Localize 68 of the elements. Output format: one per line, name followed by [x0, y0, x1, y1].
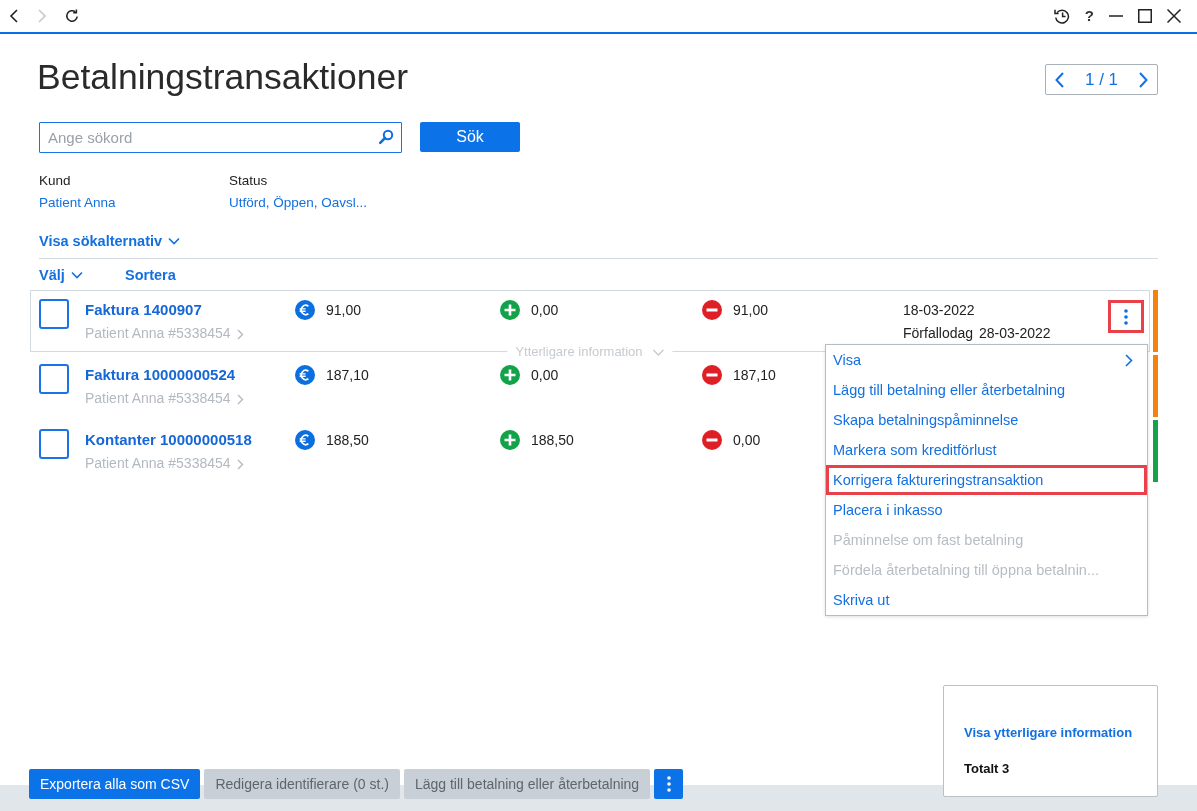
due-date-label: Förfallodag	[903, 324, 974, 343]
euro-icon	[295, 300, 315, 320]
page-title: Betalningstransaktioner	[37, 56, 408, 98]
chevron-right-icon	[236, 328, 244, 340]
sort-button[interactable]: Sortera	[125, 266, 176, 284]
remaining-amount-text: 0,00	[733, 431, 761, 450]
menu-item[interactable]: Markera som kreditförlust	[826, 435, 1147, 465]
filter-label: Kund	[39, 173, 72, 189]
minus-circle-icon	[702, 365, 722, 385]
invoice-date: 18-03-2022	[903, 301, 975, 320]
checkbox[interactable]	[39, 299, 69, 329]
transaction-link[interactable]: Faktura 10000000524	[85, 365, 236, 385]
search-button[interactable]: Sök	[420, 122, 520, 152]
chevron-right-icon	[236, 458, 244, 470]
select-menu-button[interactable]: Välj	[39, 266, 125, 284]
filter-value-link[interactable]: Utförd, Öppen, Oavsl...	[229, 195, 419, 211]
menu-item[interactable]: Skriva ut	[826, 585, 1147, 615]
menu-item[interactable]: Skapa betalningspåminnelse	[826, 405, 1147, 435]
search-field[interactable]: Ange sökord	[39, 122, 402, 153]
close-icon[interactable]	[1167, 9, 1181, 23]
chevron-right-icon	[236, 393, 244, 405]
search-options-toggle[interactable]: Visa sökalternativ	[39, 232, 181, 250]
plus-circle-icon	[500, 365, 520, 385]
chevron-down-icon	[168, 237, 181, 245]
menu-item[interactable]: Lägg till betalning eller återbetalning	[826, 375, 1147, 405]
more-actions-button[interactable]	[654, 769, 684, 799]
euro-icon	[295, 430, 315, 450]
paid-amount-text: 0,00	[531, 366, 559, 385]
amount-text: 188,50	[326, 431, 369, 450]
amount-text: 187,10	[326, 366, 369, 385]
paid-amount-text: 188,50	[531, 431, 574, 450]
plus-circle-icon	[500, 430, 520, 450]
back-icon[interactable]	[9, 9, 19, 23]
filter-value-link[interactable]: Patient Anna	[39, 195, 229, 211]
maximize-icon[interactable]	[1138, 9, 1152, 23]
action-button[interactable]: Exportera alla som CSV	[29, 769, 201, 799]
transaction-link[interactable]: Faktura 1400907	[85, 300, 202, 320]
menu-item[interactable]: Visa	[826, 345, 1147, 375]
help-button[interactable]: ?	[1084, 8, 1094, 24]
euro-icon	[295, 365, 315, 385]
chevron-left-icon[interactable]	[1055, 71, 1064, 88]
remaining-amount-text: 187,10	[733, 366, 776, 385]
menu-item[interactable]: Placera i inkasso	[826, 495, 1147, 525]
checkbox[interactable]	[39, 429, 69, 459]
chevron-right-icon[interactable]	[1139, 71, 1148, 88]
chevron-down-icon	[652, 348, 665, 356]
filter-label: Status	[229, 173, 269, 189]
page-indicator: 1 / 1	[1084, 69, 1119, 90]
minus-circle-icon	[702, 300, 722, 320]
search-icon[interactable]	[378, 129, 394, 145]
vertical-dots-icon	[1124, 308, 1128, 325]
checkbox[interactable]	[39, 364, 69, 394]
chevron-right-icon	[1125, 353, 1133, 367]
history-icon[interactable]	[1053, 8, 1070, 24]
transaction-link[interactable]: Kontanter 10000000518	[85, 430, 252, 450]
minus-circle-icon	[702, 430, 722, 450]
due-date: 28-03-2022	[979, 324, 1051, 343]
amount-text: 91,00	[326, 301, 362, 320]
menu-item[interactable]: Korrigera faktureringstransaktion	[826, 465, 1147, 495]
more-options-button[interactable]	[1108, 300, 1144, 333]
more-info-link[interactable]: Visa ytterligare information	[964, 724, 1133, 742]
plus-circle-icon	[500, 300, 520, 320]
total-count: Totalt 3	[964, 760, 1010, 778]
paid-amount-text: 0,00	[531, 301, 559, 320]
chevron-down-icon	[70, 271, 83, 279]
refresh-icon[interactable]	[65, 9, 79, 23]
remaining-amount-text: 91,00	[733, 301, 769, 320]
vertical-dots-icon	[666, 776, 671, 792]
